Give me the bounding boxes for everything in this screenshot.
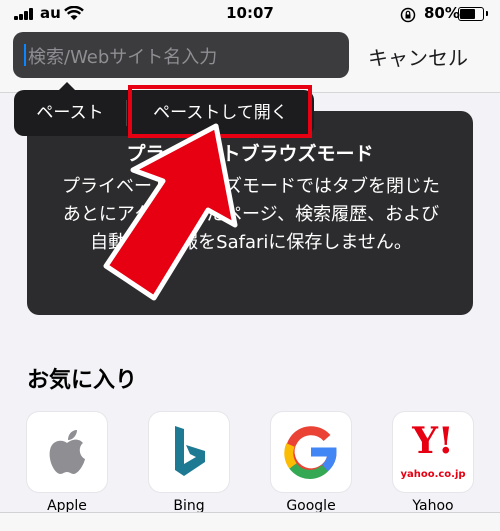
favorite-apple[interactable]: Apple — [27, 412, 107, 514]
bottom-toolbar — [0, 512, 500, 531]
favorite-bing[interactable]: Bing — [149, 412, 229, 514]
favorite-google[interactable]: Google — [271, 412, 351, 514]
yahoo-domain: yahoo.co.jp — [400, 469, 466, 480]
favorite-yahoo[interactable]: Y! yahoo.co.jp Yahoo — [393, 412, 473, 514]
google-icon — [284, 426, 337, 479]
favorites-heading: お気に入り — [27, 368, 138, 393]
bing-icon — [175, 426, 205, 476]
yahoo-logo: Y! — [412, 420, 454, 462]
yahoo-japan-icon: Y! yahoo.co.jp — [393, 412, 473, 492]
apple-icon — [49, 430, 85, 474]
